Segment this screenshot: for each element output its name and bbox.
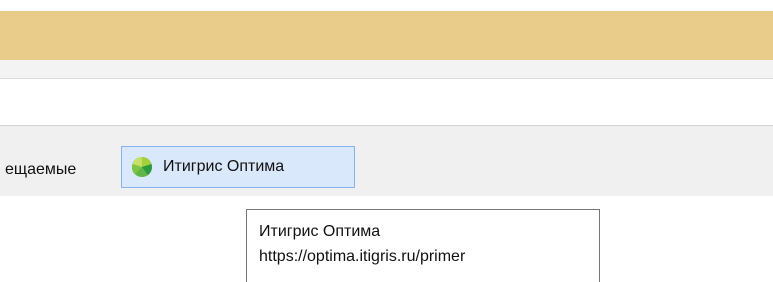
bookmark-item-partial[interactable]: ещаемые xyxy=(5,160,76,180)
bookmarks-bar: ещаемые Итигрис Оптима xyxy=(0,126,773,196)
tooltip-title: Итигрис Оптима xyxy=(259,223,381,240)
toolbar-area xyxy=(0,79,773,125)
title-bar xyxy=(0,11,773,60)
bookmark-tooltip: Итигрис Оптима https://optima.itigris.ru… xyxy=(246,209,600,282)
browser-window: ещаемые Итигрис Оптима Итигрис Оптима ht… xyxy=(0,0,773,282)
green-pie-favicon-icon xyxy=(131,157,152,177)
bookmark-item-itigris-optima[interactable]: Итигрис Оптима xyxy=(121,146,355,188)
tab-strip xyxy=(0,60,773,78)
window-top-edge xyxy=(0,0,773,11)
bookmark-label: Итигрис Оптима xyxy=(163,158,285,175)
tooltip-url: https://optima.itigris.ru/primer xyxy=(259,248,466,265)
